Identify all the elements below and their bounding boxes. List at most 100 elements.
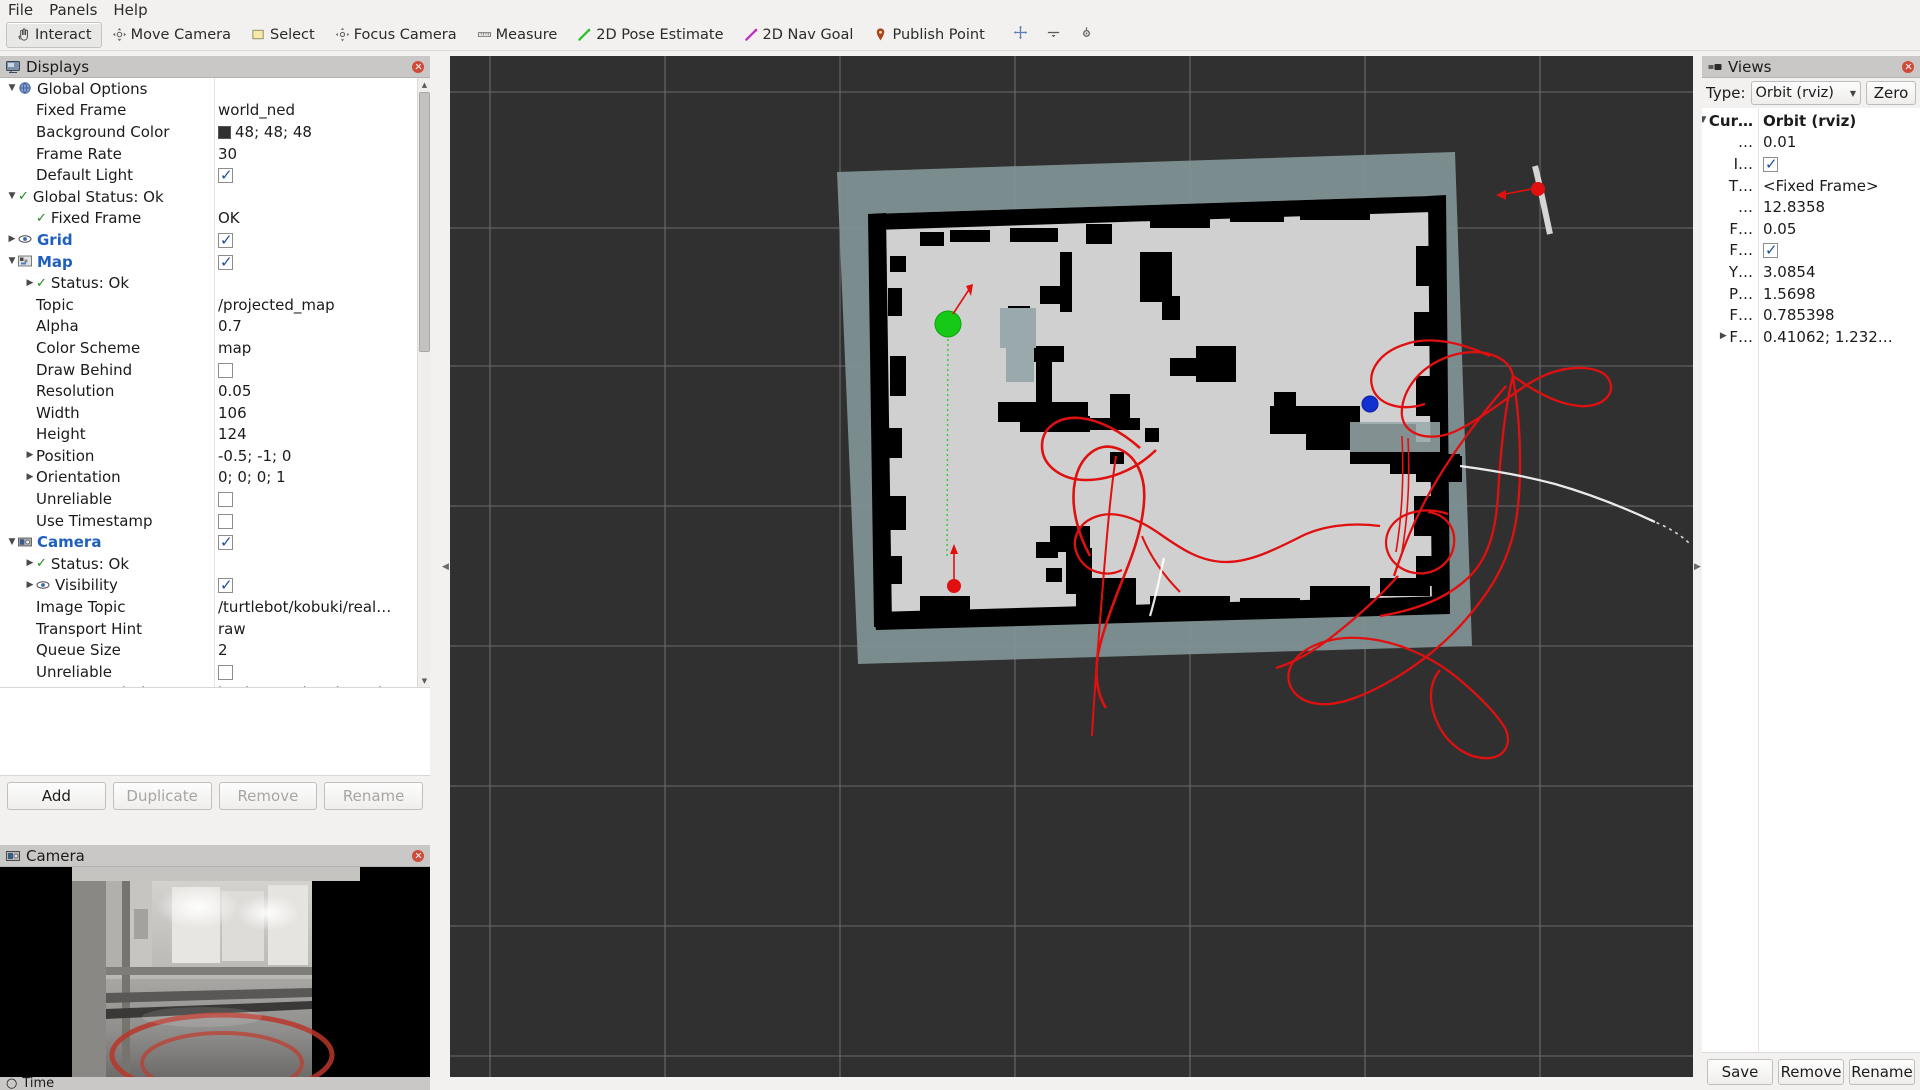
chevron-right-icon[interactable] — [24, 279, 36, 288]
views-row-value[interactable]: 1.5698 — [1758, 285, 1920, 303]
display-row-position[interactable]: Position -0.5; -1; 0 — [0, 445, 417, 467]
display-row-global-status-ok[interactable]: ✓Global Status: Ok — [0, 186, 417, 208]
views-row-value[interactable]: <Fixed Frame> — [1758, 177, 1920, 195]
chevron-down-icon[interactable] — [6, 538, 18, 547]
display-row-color-scheme[interactable]: Color Scheme map — [0, 337, 417, 359]
views-row-value[interactable] — [1758, 155, 1920, 173]
display-row-value[interactable]: OK — [214, 209, 417, 227]
display-row-value[interactable]: 30 — [214, 145, 417, 163]
display-row-value[interactable]: 0.7 — [214, 317, 417, 335]
chevron-down-icon[interactable] — [1702, 116, 1709, 125]
display-row-value[interactable]: 0; 0; 0; 1 — [214, 468, 417, 486]
display-row-value[interactable] — [214, 231, 417, 249]
display-row-default-light[interactable]: Default Light — [0, 164, 417, 186]
zero-button[interactable]: Zero — [1866, 81, 1916, 105]
add-button[interactable]: Add — [7, 782, 106, 810]
duplicate-button[interactable]: Duplicate — [112, 782, 212, 810]
views-row[interactable]: P… 1.5698 — [1702, 283, 1920, 305]
views-row[interactable]: Y… 3.0854 — [1702, 261, 1920, 283]
display-row-value[interactable]: world_ned — [214, 101, 417, 119]
menu-file[interactable]: File — [8, 2, 33, 19]
color-swatch[interactable] — [218, 125, 231, 139]
checkbox[interactable] — [1763, 241, 1778, 259]
display-row-value[interactable]: 48; 48; 48 — [214, 123, 417, 141]
render-view-3d[interactable] — [450, 56, 1693, 1077]
display-row-value[interactable] — [214, 361, 417, 379]
chevron-right-icon[interactable] — [24, 451, 36, 460]
display-row-topic[interactable]: Topic/projected_map — [0, 294, 417, 316]
display-row-value[interactable]: 106 — [214, 404, 417, 422]
target-icon[interactable] — [1079, 25, 1094, 44]
display-row-status-ok[interactable]: ✓Status: Ok — [0, 553, 417, 575]
display-row-value[interactable]: -0.5; -1; 0 — [214, 447, 417, 465]
display-row-value[interactable]: 0.05 — [214, 382, 417, 400]
display-row-alpha[interactable]: Alpha 0.7 — [0, 316, 417, 338]
left-splitter-handle[interactable]: ◀ — [441, 56, 450, 1077]
display-row-height[interactable]: Height 124 — [0, 424, 417, 446]
chevron-right-icon[interactable] — [24, 473, 36, 482]
close-icon[interactable] — [1902, 60, 1914, 73]
views-row-value[interactable]: 0.05 — [1758, 220, 1920, 238]
plus-move-icon[interactable] — [1013, 25, 1028, 44]
camera-image-view[interactable] — [0, 867, 430, 1077]
views-row[interactable]: F… 0.05 — [1702, 218, 1920, 240]
tool-2d-pose-estimate-button[interactable]: 2D Pose Estimate — [567, 22, 733, 48]
views-rename-button[interactable]: Rename — [1849, 1058, 1915, 1085]
right-splitter-handle[interactable]: ▶ — [1693, 56, 1702, 1077]
display-row-draw-behind[interactable]: Draw Behind — [0, 359, 417, 381]
views-row-value[interactable]: 12.8358 — [1758, 198, 1920, 216]
minus-arrow-icon[interactable] — [1046, 25, 1061, 44]
display-row-use-timestamp[interactable]: Use Timestamp — [0, 510, 417, 532]
display-row-value[interactable]: /projected_map — [214, 296, 417, 314]
checkbox[interactable] — [218, 576, 233, 594]
menu-help[interactable]: Help — [113, 2, 147, 19]
display-row-status-ok[interactable]: ✓Status: Ok — [0, 272, 417, 294]
checkbox[interactable] — [218, 664, 233, 680]
display-row-orientation[interactable]: Orientation 0; 0; 0; 1 — [0, 467, 417, 489]
display-row-camera[interactable]: Camera — [0, 531, 417, 553]
views-row[interactable]: I… — [1702, 153, 1920, 175]
chevron-right-icon[interactable] — [24, 581, 36, 590]
checkbox[interactable] — [218, 492, 233, 508]
display-row-value[interactable] — [214, 663, 417, 681]
views-row-value[interactable]: 0.41062; 1.232… — [1758, 328, 1920, 346]
display-row-value[interactable]: /turtlebot/kobuki/real… — [214, 598, 417, 616]
views-row-value[interactable]: 0.785398 — [1758, 306, 1920, 324]
remove-button[interactable]: Remove — [218, 782, 318, 810]
views-row[interactable]: … 0.01 — [1702, 132, 1920, 154]
display-row-value[interactable] — [214, 166, 417, 184]
display-row-queue-size[interactable]: Queue Size 2 — [0, 639, 417, 661]
views-row-value[interactable]: 3.0854 — [1758, 263, 1920, 281]
checkbox[interactable] — [218, 513, 233, 529]
display-row-fixed-frame[interactable]: ✓ Fixed Frame OK — [0, 208, 417, 230]
display-row-background-color[interactable]: Background Color 48; 48; 48 — [0, 121, 417, 143]
tool-focus-camera-button[interactable]: Focus Camera — [325, 22, 467, 48]
chevron-right-icon[interactable] — [1717, 332, 1729, 341]
tool-select-button[interactable]: Select — [241, 22, 325, 48]
views-row[interactable]: F… 0.785398 — [1702, 304, 1920, 326]
display-row-value[interactable]: map — [214, 339, 417, 357]
display-row-image-topic[interactable]: Image Topic/turtlebot/kobuki/real… — [0, 596, 417, 618]
views-row[interactable]: F… — [1702, 240, 1920, 262]
displays-scrollbar[interactable]: ▲ ▼ — [417, 78, 430, 687]
display-row-value[interactable] — [214, 253, 417, 271]
views-row-value[interactable] — [1758, 241, 1920, 259]
checkbox[interactable] — [218, 231, 233, 249]
display-row-frame-rate[interactable]: Frame Rate 30 — [0, 143, 417, 165]
menu-panels[interactable]: Panels — [49, 2, 97, 19]
display-row-transport-hint[interactable]: Transport Hint raw — [0, 618, 417, 640]
chevron-down-icon[interactable] — [6, 192, 18, 201]
chevron-down-icon[interactable] — [6, 84, 18, 93]
views-type-combobox[interactable]: Orbit (rviz) ▼ — [1750, 81, 1861, 105]
chevron-down-icon[interactable] — [6, 257, 18, 266]
display-row-width[interactable]: Width 106 — [0, 402, 417, 424]
views-row[interactable]: F… 0.41062; 1.232… — [1702, 326, 1920, 348]
tool-measure-button[interactable]: Measure — [467, 22, 568, 48]
display-row-value[interactable] — [214, 533, 417, 551]
scroll-down-icon[interactable]: ▼ — [418, 674, 430, 687]
tool-publish-point-button[interactable]: Publish Point — [863, 22, 994, 48]
tool-move-camera-button[interactable]: Move Camera — [102, 22, 241, 48]
views-row[interactable]: Cur… Orbit (rviz) — [1702, 110, 1920, 132]
display-row-image-rendering[interactable]: Image Rendering background and overlay — [0, 683, 417, 687]
chevron-right-icon[interactable] — [24, 559, 36, 568]
